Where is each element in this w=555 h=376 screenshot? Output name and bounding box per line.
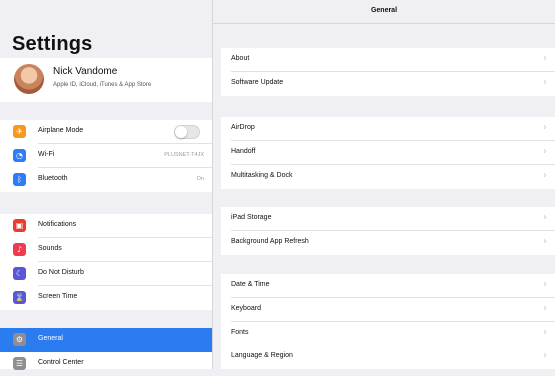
sidebar-item-label: Sounds	[38, 245, 62, 252]
settings-row-handoff[interactable]: Handoff ›	[221, 141, 555, 165]
toggle-knob	[175, 126, 187, 138]
row-label: Multitasking & Dock	[231, 172, 293, 179]
row-label: Software Update	[231, 79, 284, 86]
row-label: About	[231, 55, 250, 62]
row-label: Handoff	[231, 148, 256, 155]
moon-icon: ☾	[13, 267, 26, 280]
row-label: Fonts	[231, 329, 249, 336]
wifi-icon: ◔	[13, 149, 26, 162]
chevron-right-icon: ›	[543, 53, 547, 64]
chevron-right-icon: ›	[543, 279, 547, 290]
row-label: Background App Refresh	[231, 238, 309, 245]
airplane-icon: ✈	[13, 125, 26, 138]
profile-name: Nick Vandome	[53, 66, 118, 77]
bluetooth-status-value: On	[196, 176, 204, 182]
sidebar-item-label: Control Center	[38, 359, 84, 366]
row-label: AirDrop	[231, 124, 255, 131]
sidebar-title: Settings	[12, 33, 93, 55]
sidebar-item-screen-time[interactable]: ⌛ Screen Time	[0, 286, 212, 310]
settings-row-software-update[interactable]: Software Update ›	[221, 72, 555, 96]
wifi-network-value: PLUSNET-T4JX	[164, 152, 204, 158]
settings-row-about[interactable]: About ›	[221, 48, 555, 72]
sidebar-item-do-not-disturb[interactable]: ☾ Do Not Disturb	[0, 262, 212, 286]
control-center-icon: ☰	[13, 357, 26, 370]
sidebar: Settings Nick Vandome Apple ID, iCloud, …	[0, 0, 212, 370]
sidebar-item-wifi[interactable]: ◔ Wi-Fi PLUSNET-T4JX	[0, 144, 212, 168]
hourglass-icon: ⌛	[13, 291, 26, 304]
connectivity-group: ✈ Airplane Mode ◔ Wi-Fi PLUSNET-T4JX ᛒ B…	[0, 120, 212, 192]
sidebar-item-label: Bluetooth	[38, 175, 68, 182]
sidebar-item-airplane-mode[interactable]: ✈ Airplane Mode	[0, 120, 212, 144]
row-label: Date & Time	[231, 281, 270, 288]
profile-card[interactable]: Nick Vandome Apple ID, iCloud, iTunes & …	[0, 58, 212, 102]
pane-divider	[212, 0, 213, 369]
settings-row-multitasking-dock[interactable]: Multitasking & Dock ›	[221, 165, 555, 189]
settings-row-keyboard[interactable]: Keyboard ›	[221, 298, 555, 322]
row-label: Language & Region	[231, 352, 293, 359]
airplane-mode-toggle[interactable]	[174, 125, 200, 139]
row-label: Keyboard	[231, 305, 261, 312]
sidebar-item-notifications[interactable]: ▣ Notifications	[0, 214, 212, 238]
sidebar-item-label: Screen Time	[38, 293, 78, 300]
sidebar-item-bluetooth[interactable]: ᛒ Bluetooth On	[0, 168, 212, 192]
chevron-right-icon: ›	[543, 350, 547, 361]
settings-row-language-region[interactable]: Language & Region ›	[221, 345, 555, 369]
sidebar-item-general[interactable]: ⚙ General	[0, 328, 212, 352]
chevron-right-icon: ›	[543, 303, 547, 314]
general-group: ⚙ General ☰ Control Center	[0, 328, 212, 370]
chevron-right-icon: ›	[543, 146, 547, 157]
sidebar-item-label: Wi-Fi	[38, 151, 55, 158]
page-title: General	[370, 7, 398, 14]
profile-subtitle: Apple ID, iCloud, iTunes & App Store	[53, 82, 152, 88]
chevron-right-icon: ›	[543, 170, 547, 181]
bluetooth-icon: ᛒ	[13, 173, 26, 186]
sidebar-item-label: Do Not Disturb	[38, 269, 84, 276]
sidebar-item-label: Notifications	[38, 221, 77, 228]
gear-icon: ⚙	[13, 333, 26, 346]
notifications-icon: ▣	[13, 219, 26, 232]
row-label: iPad Storage	[231, 214, 272, 221]
chevron-right-icon: ›	[543, 236, 547, 247]
sidebar-item-control-center[interactable]: ☰ Control Center	[0, 352, 212, 376]
settings-row-date-time[interactable]: Date & Time ›	[221, 274, 555, 298]
settings-row-fonts[interactable]: Fonts ›	[221, 322, 555, 346]
chevron-right-icon: ›	[543, 122, 547, 133]
settings-row-airdrop[interactable]: AirDrop ›	[221, 117, 555, 141]
sidebar-item-label: Airplane Mode	[38, 127, 84, 134]
nav-bar-divider	[213, 23, 555, 24]
sidebar-item-label: General	[38, 335, 63, 342]
settings-row-ipad-storage[interactable]: iPad Storage ›	[221, 207, 555, 231]
chevron-right-icon: ›	[543, 212, 547, 223]
notifications-group: ▣ Notifications ♪ Sounds ☾ Do Not Distur…	[0, 214, 212, 310]
sounds-icon: ♪	[13, 243, 26, 256]
chevron-right-icon: ›	[543, 77, 547, 88]
avatar	[14, 64, 44, 94]
settings-row-background-app-refresh[interactable]: Background App Refresh ›	[221, 231, 555, 255]
chevron-right-icon: ›	[543, 327, 547, 338]
sidebar-item-sounds[interactable]: ♪ Sounds	[0, 238, 212, 262]
